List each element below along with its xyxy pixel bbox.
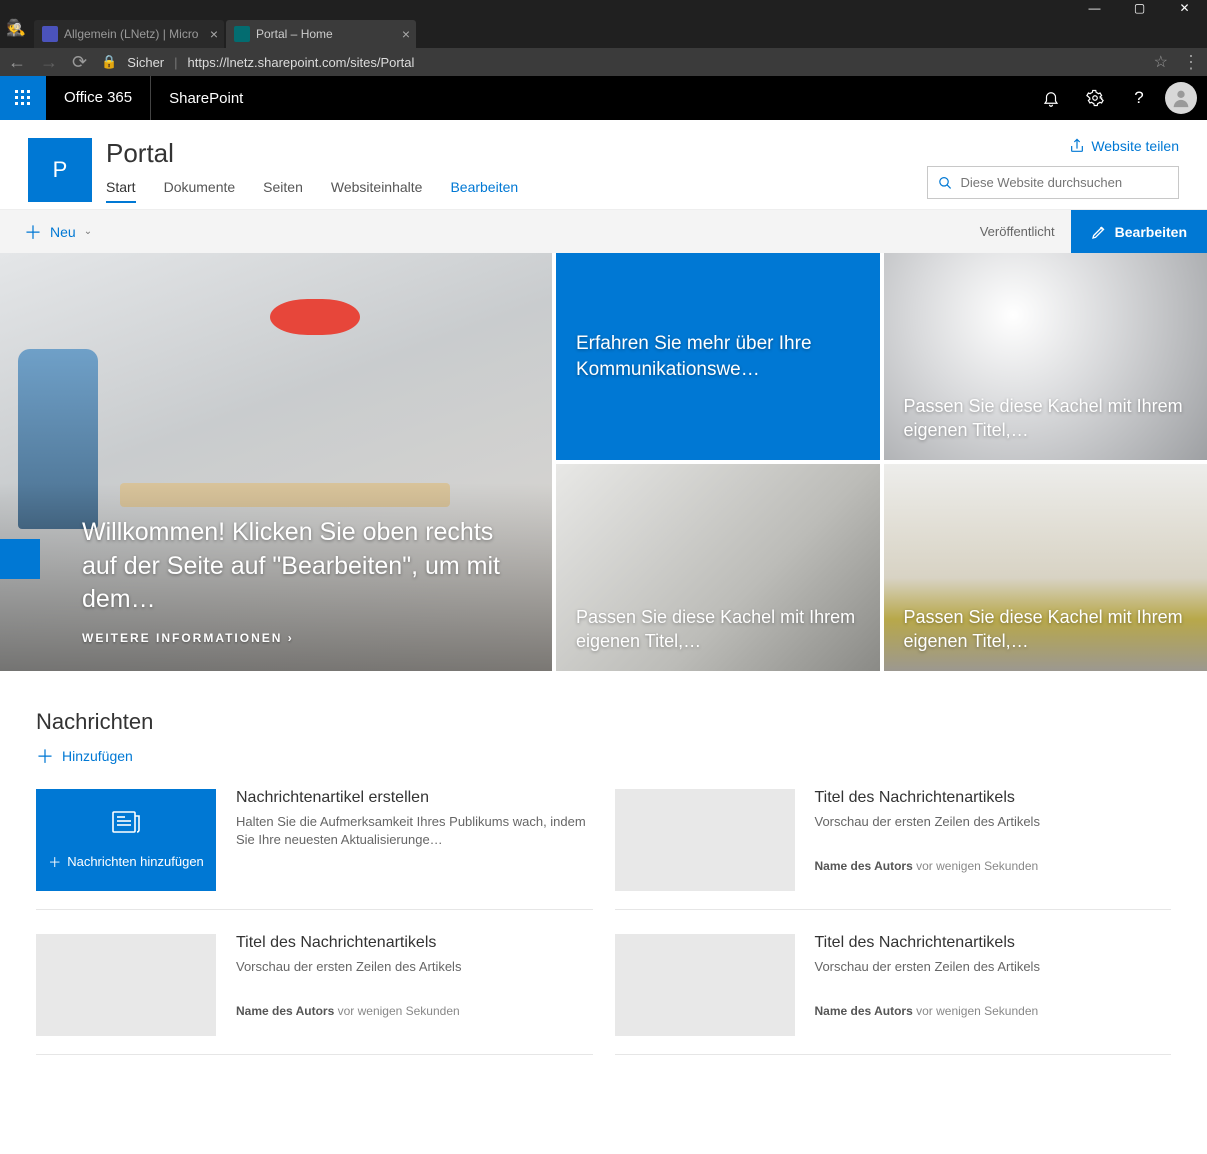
lock-icon: 🔒 xyxy=(101,54,117,70)
hero-link[interactable]: WEITERE INFORMATIONEN › xyxy=(82,631,516,645)
plus-icon: ＋ xyxy=(48,852,61,871)
close-icon[interactable]: × xyxy=(210,26,218,42)
news-desc: Halten Sie die Aufmerksamkeit Ihres Publ… xyxy=(236,813,593,849)
site-title: Portal xyxy=(106,138,518,169)
app-launcher-icon[interactable] xyxy=(0,76,46,120)
news-card[interactable]: ＋Nachrichten hinzufügen Nachrichtenartik… xyxy=(36,789,593,910)
incognito-icon: 🕵 xyxy=(6,18,26,38)
browser-tab-active[interactable]: Portal – Home × xyxy=(226,20,416,48)
hero-tile[interactable]: Erfahren Sie mehr über Ihre Kommunikatio… xyxy=(556,253,880,460)
tile-title: Passen Sie diese Kachel mit Ihrem eigene… xyxy=(904,606,1188,653)
close-icon[interactable]: × xyxy=(402,26,410,42)
nav-bearbeiten[interactable]: Bearbeiten xyxy=(450,179,518,203)
add-news-link[interactable]: ＋ Hinzufügen xyxy=(36,743,133,769)
bell-icon[interactable] xyxy=(1029,76,1073,120)
nav-websiteinhalte[interactable]: Websiteinhalte xyxy=(331,179,423,203)
news-thumbnail xyxy=(36,934,216,1036)
help-icon[interactable]: ? xyxy=(1117,76,1161,120)
share-site-button[interactable]: Website teilen xyxy=(1069,138,1179,154)
news-add-tile[interactable]: ＋Nachrichten hinzufügen xyxy=(36,789,216,891)
new-button[interactable]: ＋ Neu ⌄ xyxy=(24,219,92,245)
plus-icon: ＋ xyxy=(24,219,42,245)
add-news-label: Hinzufügen xyxy=(62,748,133,764)
hero-tile[interactable]: Passen Sie diese Kachel mit Ihrem eigene… xyxy=(556,464,880,671)
tab-label: Portal – Home xyxy=(256,27,333,41)
news-title: Titel des Nachrichtenartikels xyxy=(815,934,1040,952)
news-title: Titel des Nachrichtenartikels xyxy=(236,934,461,952)
news-card[interactable]: Titel des Nachrichtenartikels Vorschau d… xyxy=(615,789,1172,910)
search-icon xyxy=(938,175,952,191)
edit-page-button[interactable]: Bearbeiten xyxy=(1071,210,1207,254)
hero-tile[interactable]: Passen Sie diese Kachel mit Ihrem eigene… xyxy=(884,464,1207,671)
forward-icon[interactable]: → xyxy=(40,52,58,73)
plus-icon: ＋ xyxy=(36,743,54,769)
site-header: P Portal Start Dokumente Seiten Websitei… xyxy=(0,120,1207,203)
url-display[interactable]: 🔒 Sicher | https://lnetz.sharepoint.com/… xyxy=(101,54,414,70)
news-meta: Name des Autors vor wenigen Sekunden xyxy=(815,859,1040,873)
window-titlebar: ― ▢ ✕ xyxy=(0,0,1207,16)
tile-title: Passen Sie diese Kachel mit Ihrem eigene… xyxy=(904,395,1188,442)
address-bar: ← → ⟳ 🔒 Sicher | https://lnetz.sharepoin… xyxy=(0,48,1207,76)
app-name[interactable]: SharePoint xyxy=(151,90,261,107)
chevron-right-icon: › xyxy=(288,631,294,645)
news-desc: Vorschau der ersten Zeilen des Artikels xyxy=(815,958,1040,976)
browser-menu-icon[interactable]: ⋮ xyxy=(1182,52,1199,73)
browser-tab[interactable]: Allgemein (LNetz) | Micro × xyxy=(34,20,224,48)
tile-title: Passen Sie diese Kachel mit Ihrem eigene… xyxy=(576,606,860,653)
reload-icon[interactable]: ⟳ xyxy=(72,52,87,73)
nav-dokumente[interactable]: Dokumente xyxy=(164,179,236,203)
hero-section: Willkommen! Klicken Sie oben rechts auf … xyxy=(0,253,1207,671)
avatar[interactable] xyxy=(1165,82,1197,114)
newspaper-icon xyxy=(112,809,140,840)
news-title: Nachrichtenartikel erstellen xyxy=(236,789,593,807)
news-section: Nachrichten ＋ Hinzufügen ＋Nachrichten hi… xyxy=(0,671,1207,1095)
site-search[interactable] xyxy=(927,166,1179,199)
teams-favicon-icon xyxy=(42,26,58,42)
tile-title: Erfahren Sie mehr über Ihre Kommunikatio… xyxy=(576,331,860,382)
tab-strip: 🕵 Allgemein (LNetz) | Micro × Portal – H… xyxy=(0,16,1207,48)
sharepoint-favicon-icon xyxy=(234,26,250,42)
search-input[interactable] xyxy=(960,175,1168,190)
bookmark-icon[interactable]: ☆ xyxy=(1154,52,1168,72)
tab-label: Allgemein (LNetz) | Micro xyxy=(64,27,198,41)
site-nav: Start Dokumente Seiten Websiteinhalte Be… xyxy=(106,179,518,203)
nav-seiten[interactable]: Seiten xyxy=(263,179,303,203)
news-thumbnail xyxy=(615,789,795,891)
published-label: Veröffentlicht xyxy=(980,224,1055,239)
news-thumbnail xyxy=(615,934,795,1036)
page-content[interactable]: Willkommen! Klicken Sie oben rechts auf … xyxy=(0,253,1207,1123)
hero-title: Willkommen! Klicken Sie oben rechts auf … xyxy=(82,516,516,617)
site-logo[interactable]: P xyxy=(28,138,92,202)
hero-main-tile[interactable]: Willkommen! Klicken Sie oben rechts auf … xyxy=(0,253,552,671)
nav-start[interactable]: Start xyxy=(106,179,136,203)
news-desc: Vorschau der ersten Zeilen des Artikels xyxy=(815,813,1040,831)
suite-header: Office 365 SharePoint ? xyxy=(0,76,1207,120)
gear-icon[interactable] xyxy=(1073,76,1117,120)
command-bar: ＋ Neu ⌄ Veröffentlicht Bearbeiten xyxy=(0,209,1207,253)
share-label: Website teilen xyxy=(1091,138,1179,154)
news-meta: Name des Autors vor wenigen Sekunden xyxy=(236,1004,461,1018)
chevron-down-icon: ⌄ xyxy=(84,226,92,237)
share-icon xyxy=(1069,138,1085,154)
brand-label[interactable]: Office 365 xyxy=(46,76,151,120)
news-card[interactable]: Titel des Nachrichtenartikels Vorschau d… xyxy=(615,934,1172,1055)
new-label: Neu xyxy=(50,224,76,240)
hero-tile[interactable]: Passen Sie diese Kachel mit Ihrem eigene… xyxy=(884,253,1207,460)
news-desc: Vorschau der ersten Zeilen des Artikels xyxy=(236,958,461,976)
news-title: Titel des Nachrichtenartikels xyxy=(815,789,1040,807)
browser-chrome: ― ▢ ✕ 🕵 Allgemein (LNetz) | Micro × Port… xyxy=(0,0,1207,76)
url-text: https://lnetz.sharepoint.com/sites/Porta… xyxy=(188,55,415,70)
back-icon[interactable]: ← xyxy=(8,52,26,73)
secure-label: Sicher xyxy=(127,55,164,70)
news-heading: Nachrichten xyxy=(36,709,1171,735)
news-meta: Name des Autors vor wenigen Sekunden xyxy=(815,1004,1040,1018)
news-card[interactable]: Titel des Nachrichtenartikels Vorschau d… xyxy=(36,934,593,1055)
edit-label: Bearbeiten xyxy=(1115,224,1187,240)
pencil-icon xyxy=(1091,224,1107,240)
